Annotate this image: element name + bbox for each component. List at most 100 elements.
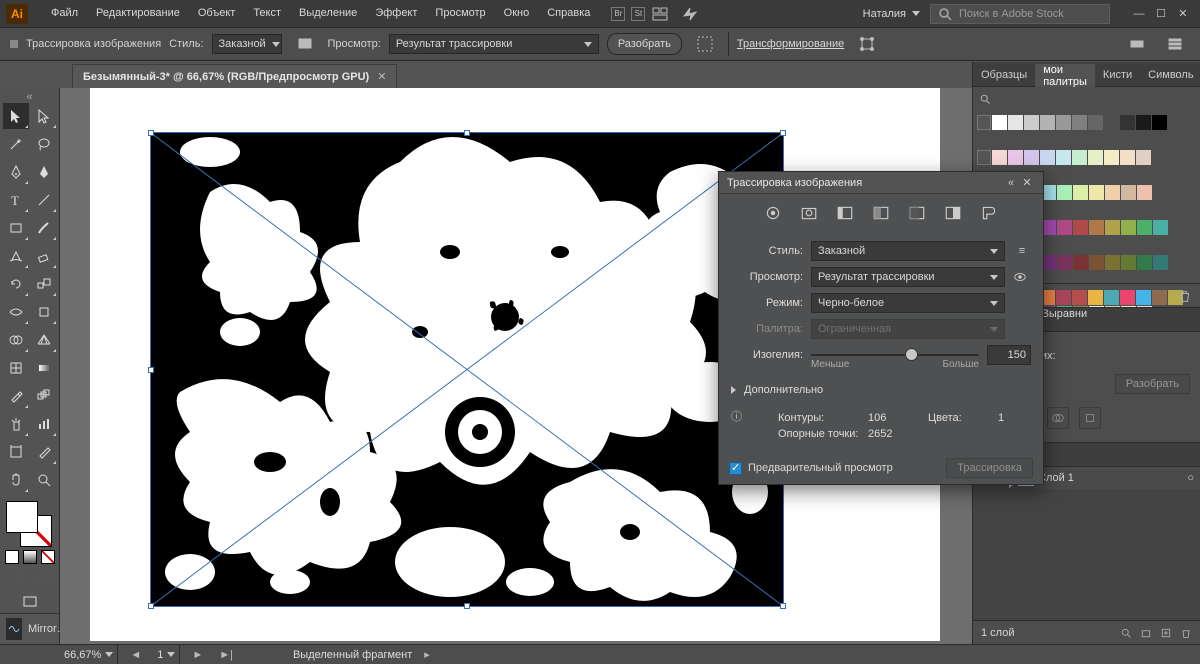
- width-tool[interactable]: [3, 299, 29, 325]
- menu-window[interactable]: Окно: [495, 0, 539, 27]
- selection-tool[interactable]: [3, 103, 29, 129]
- line-tool[interactable]: [31, 187, 57, 213]
- zoom-dropdown[interactable]: 66,67%: [60, 645, 118, 664]
- eyedropper-tool[interactable]: [3, 383, 29, 409]
- mask-icon[interactable]: [694, 33, 716, 55]
- direct-selection-tool[interactable]: [31, 103, 57, 129]
- color-mode-solid[interactable]: [5, 550, 19, 564]
- menu-object[interactable]: Объект: [189, 0, 244, 27]
- symbol-sprayer-tool[interactable]: [3, 411, 29, 437]
- tab-symbols[interactable]: Символь: [1140, 62, 1200, 87]
- rectangle-tool[interactable]: [3, 215, 29, 241]
- free-transform-icon[interactable]: [856, 33, 878, 55]
- status-info-menu[interactable]: ▸: [420, 648, 434, 661]
- stock-search[interactable]: Поиск в Adobe Stock: [930, 4, 1110, 24]
- preview-label[interactable]: Предварительный просмотр: [748, 462, 893, 474]
- threshold-value[interactable]: 150: [987, 345, 1031, 365]
- screen-mode[interactable]: [17, 590, 43, 612]
- slice-tool[interactable]: [31, 439, 57, 465]
- gradient-tool[interactable]: [31, 355, 57, 381]
- pf-crop[interactable]: [1079, 407, 1101, 429]
- user-menu[interactable]: Наталия: [853, 8, 930, 20]
- preset-6color-icon[interactable]: [870, 202, 892, 224]
- close-icon[interactable]: ✕: [1019, 176, 1035, 189]
- preset-auto-icon[interactable]: [762, 202, 784, 224]
- draw-inside[interactable]: [41, 570, 55, 584]
- arrange-icon[interactable]: [649, 3, 671, 25]
- fill-stroke-swatch[interactable]: [6, 501, 54, 542]
- hand-tool[interactable]: [3, 467, 29, 493]
- new-layer-icon[interactable]: [1160, 627, 1172, 639]
- slider-thumb[interactable]: [905, 348, 918, 361]
- preset-photo-icon[interactable]: [798, 202, 820, 224]
- tab-brushes[interactable]: Кисти: [1095, 62, 1140, 87]
- fill-swatch[interactable]: [6, 501, 38, 533]
- threshold-slider[interactable]: Меньше Больше: [811, 345, 979, 365]
- shape-builder-tool[interactable]: [3, 327, 29, 353]
- palette-search[interactable]: [973, 87, 1200, 111]
- mesh-tool[interactable]: [3, 355, 29, 381]
- menu-type[interactable]: Текст: [244, 0, 290, 27]
- trace-style-menu-icon[interactable]: ≡: [1013, 245, 1031, 257]
- tab-my-palettes[interactable]: мои палитры: [1035, 62, 1095, 87]
- close-icon[interactable]: ✕: [377, 70, 386, 83]
- folder-icon[interactable]: [977, 115, 991, 130]
- menu-edit[interactable]: Редактирование: [87, 0, 189, 27]
- tab-align[interactable]: Выравни: [1042, 308, 1088, 331]
- draw-behind[interactable]: [23, 570, 37, 584]
- panel-menu-icon[interactable]: [1164, 33, 1186, 55]
- trace-mode-dropdown[interactable]: Черно-белое: [811, 293, 1005, 313]
- collapse-icon[interactable]: «: [1003, 177, 1019, 189]
- preset-bw-icon[interactable]: [942, 202, 964, 224]
- rotate-tool[interactable]: [3, 271, 29, 297]
- cb-view-dropdown[interactable]: Результат трассировки: [389, 34, 599, 54]
- draw-normal[interactable]: [5, 570, 19, 584]
- pf-merge[interactable]: [1047, 407, 1069, 429]
- next-artboard[interactable]: ►: [188, 649, 207, 661]
- magic-wand-tool[interactable]: [3, 131, 29, 157]
- prev-artboard[interactable]: ◄: [126, 649, 145, 661]
- expand-button[interactable]: Разобрать: [607, 33, 682, 55]
- graph-tool[interactable]: [31, 411, 57, 437]
- expand-advanced-icon[interactable]: [731, 386, 736, 394]
- preset-outline-icon[interactable]: [978, 202, 1000, 224]
- cb-style-dropdown[interactable]: Заказной: [212, 34, 282, 54]
- artboard-tool[interactable]: [3, 439, 29, 465]
- bridge-icon[interactable]: Br: [611, 7, 625, 21]
- eye-icon[interactable]: [1013, 270, 1031, 284]
- paintbrush-tool[interactable]: [31, 215, 57, 241]
- type-tool[interactable]: T: [3, 187, 29, 213]
- color-mode-none[interactable]: [41, 550, 55, 564]
- zoom-tool[interactable]: [31, 467, 57, 493]
- shaper-tool[interactable]: [3, 243, 29, 269]
- window-maximize[interactable]: ☐: [1154, 7, 1168, 21]
- gpu-icon[interactable]: [679, 3, 701, 25]
- trace-view-dropdown[interactable]: Результат трассировки: [811, 267, 1005, 287]
- delete-layer-icon[interactable]: [1180, 627, 1192, 639]
- trace-style-dropdown[interactable]: Заказной: [811, 241, 1005, 261]
- curvature-tool[interactable]: [31, 159, 57, 185]
- scale-tool[interactable]: [31, 271, 57, 297]
- perspective-tool[interactable]: [31, 327, 57, 353]
- preset-3color-icon[interactable]: [834, 202, 856, 224]
- eraser-tool[interactable]: [31, 243, 57, 269]
- lasso-tool[interactable]: [31, 131, 57, 157]
- menu-help[interactable]: Справка: [538, 0, 599, 27]
- blend-tool[interactable]: [31, 383, 57, 409]
- mirror-plugin[interactable]: Mirror…: [0, 613, 59, 644]
- trace-title-bar[interactable]: Трассировка изображения « ✕: [719, 172, 1043, 194]
- preset-gray-icon[interactable]: [906, 202, 928, 224]
- new-sublayer-icon[interactable]: [1140, 627, 1152, 639]
- menu-file[interactable]: Файл: [42, 0, 87, 27]
- locate-layer-icon[interactable]: [1120, 627, 1132, 639]
- advanced-label[interactable]: Дополнительно: [744, 384, 823, 396]
- folder-icon[interactable]: [977, 150, 991, 165]
- window-close[interactable]: ✕: [1176, 7, 1190, 21]
- delete-swatch-icon[interactable]: [1178, 289, 1192, 303]
- trace-panel-toggle-icon[interactable]: [294, 33, 316, 55]
- color-mode-gradient[interactable]: [23, 550, 37, 564]
- align-icon[interactable]: [1126, 33, 1148, 55]
- free-transform-tool[interactable]: [31, 299, 57, 325]
- menu-select[interactable]: Выделение: [290, 0, 366, 27]
- transform-link[interactable]: Трансформирование: [737, 38, 844, 50]
